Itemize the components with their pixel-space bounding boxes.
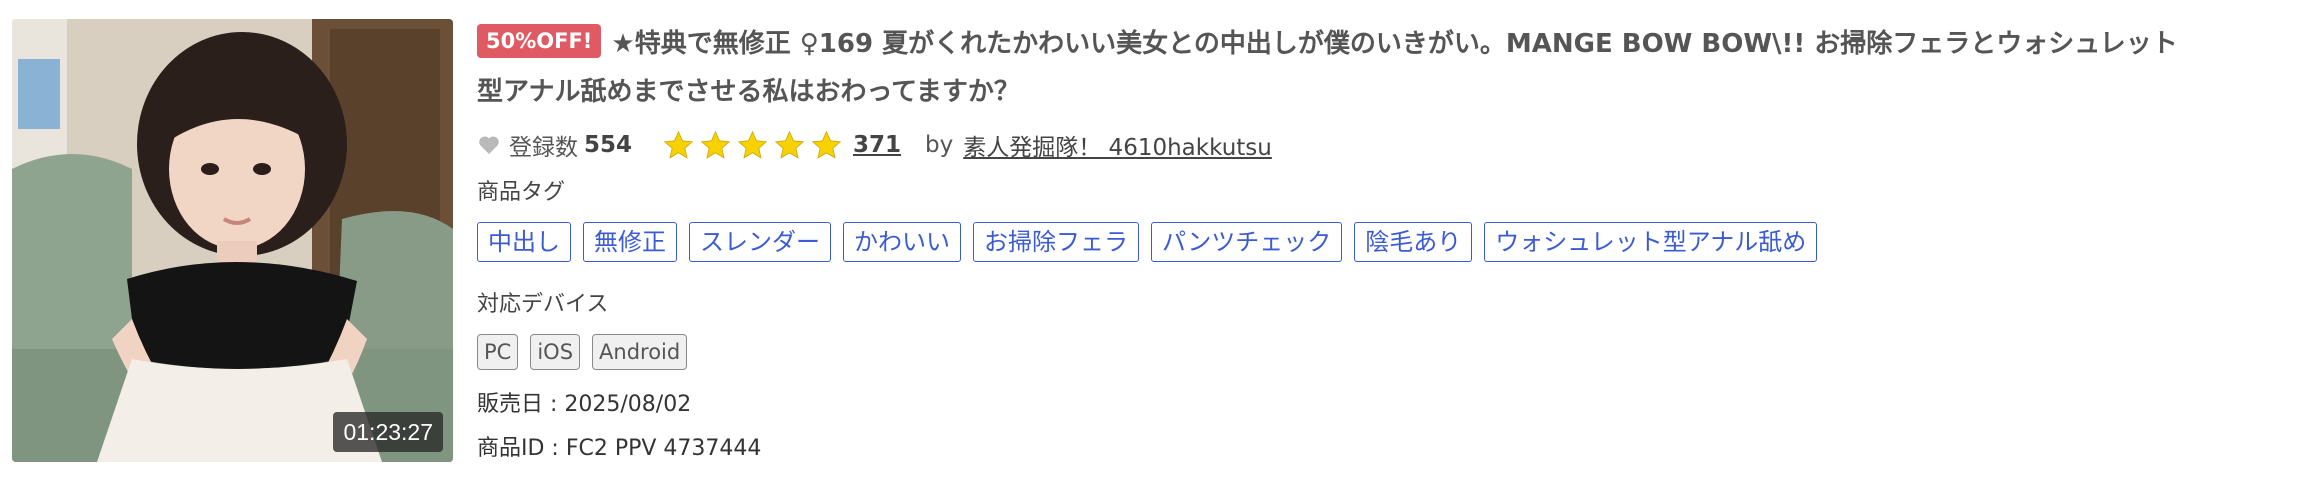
tag-item[interactable]: かわいい — [843, 222, 961, 262]
star-icon — [774, 130, 805, 159]
devices-label: 対応デバイス — [477, 292, 609, 317]
tag-item[interactable]: スレンダー — [689, 222, 831, 262]
star-icon — [700, 130, 731, 159]
release-date: 販売日 : 2025/08/02 — [477, 392, 692, 417]
seller-link[interactable]: 素人発掘隊！ 4610hakkutsu — [963, 128, 1272, 162]
tag-item[interactable]: 無修正 — [583, 222, 677, 262]
device-badge: Android — [592, 334, 688, 370]
title-line-1[interactable]: ★特典で無修正 ♀169 夏がくれたかわいい美女との中出しが僕のいきがい。MAN… — [611, 29, 2177, 59]
tag-list: 中出し 無修正 スレンダー かわいい お掃除フェラ パンツチェック 陰毛あり ウ… — [477, 222, 2297, 262]
star-icon — [737, 130, 768, 159]
meta-row: 登録数 554 371 by 素人発掘隊！ 4610hakkutsu — [477, 124, 2297, 166]
title-line-2[interactable]: 型アナル舐めまでさせる私はおわってますか？ — [477, 77, 1020, 107]
video-duration: 01:23:27 — [333, 412, 443, 452]
tags-label: 商品タグ — [477, 180, 566, 205]
product-title[interactable]: 50%OFF! ★特典で無修正 ♀169 夏がくれたかわいい美女との中出しが僕のい… — [477, 20, 2297, 116]
product-card: 01:23:27 50%OFF! ★特典で無修正 ♀169 夏がくれたかわいい美女… — [0, 0, 2309, 486]
tag-item[interactable]: お掃除フェラ — [973, 222, 1139, 262]
product-id: 商品ID : FC2 PPV 4737444 — [477, 436, 762, 461]
tag-item[interactable]: 陰毛あり — [1354, 222, 1473, 262]
favorites-count: 554 — [584, 132, 633, 158]
star-icon — [811, 130, 842, 159]
rating-count-link[interactable]: 371 — [853, 132, 901, 158]
sale-badge: 50%OFF! — [477, 24, 602, 58]
device-badge: iOS — [530, 334, 581, 370]
tag-item[interactable]: ウォシュレット型アナル舐め — [1484, 222, 1818, 262]
rating-stars — [662, 129, 843, 162]
thumbnail-image — [12, 19, 453, 462]
tag-item[interactable]: パンツチェック — [1151, 222, 1343, 262]
seller-prefix: by — [925, 132, 954, 158]
product-thumbnail[interactable]: 01:23:27 — [12, 19, 453, 462]
star-icon — [663, 130, 694, 159]
device-badge: PC — [477, 334, 519, 370]
heart-icon[interactable] — [477, 133, 501, 157]
product-info: 50%OFF! ★特典で無修正 ♀169 夏がくれたかわいい美女との中出しが僕のい… — [477, 20, 2297, 464]
device-list: PC iOS Android — [477, 334, 2297, 370]
tag-item[interactable]: 中出し — [477, 222, 571, 262]
favorites-label: 登録数 — [509, 135, 578, 161]
